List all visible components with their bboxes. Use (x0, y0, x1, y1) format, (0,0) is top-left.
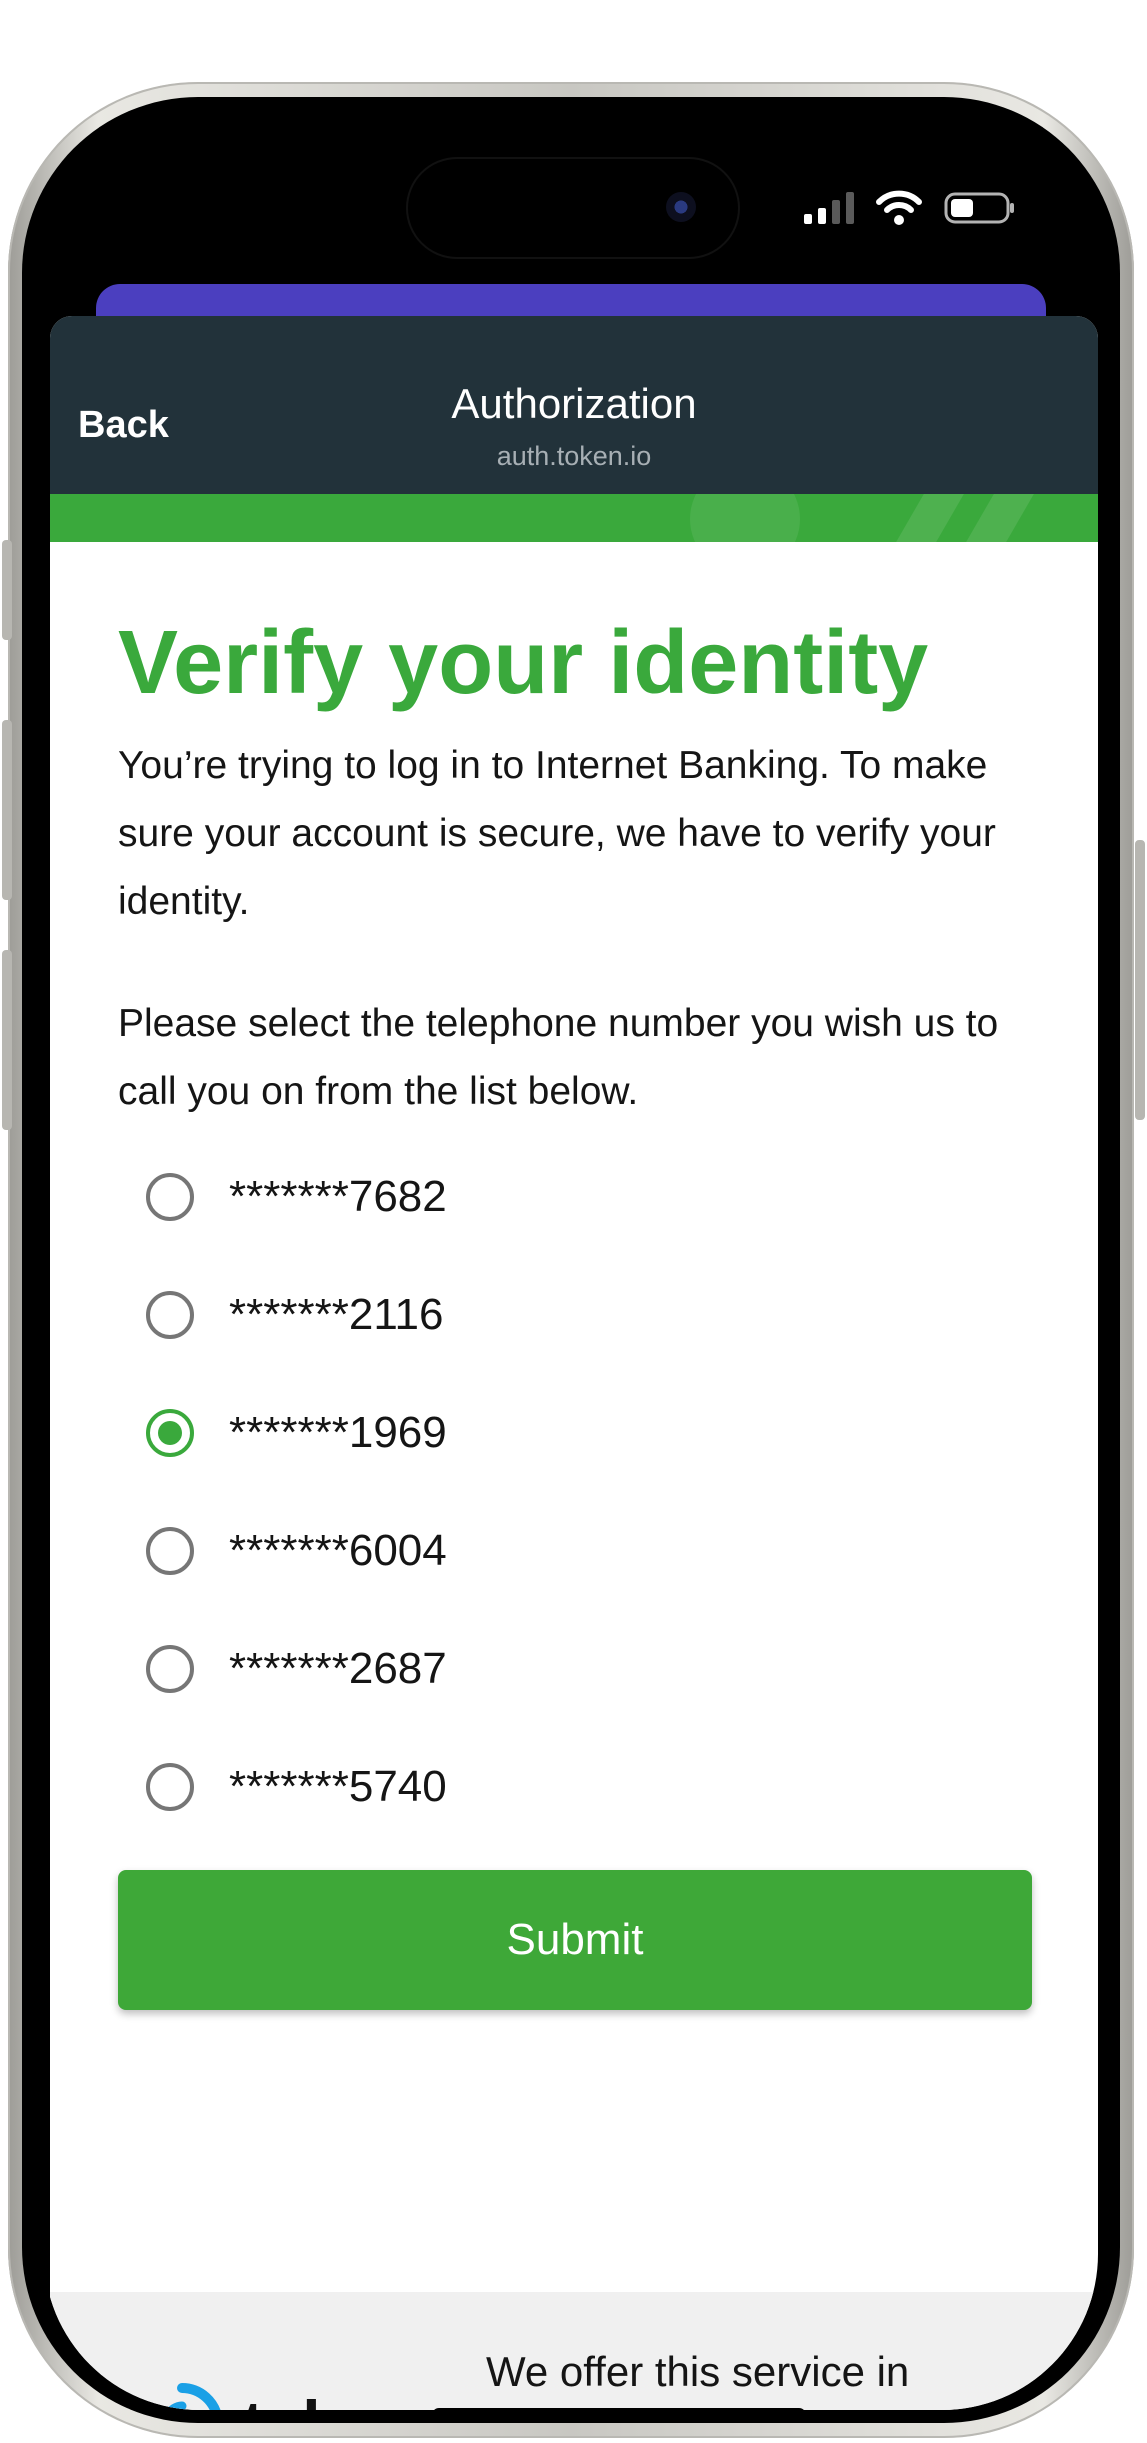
radio-button-selected[interactable] (146, 1409, 194, 1457)
wifi-icon (876, 190, 922, 225)
intro-text: You’re trying to log in to Internet Bank… (118, 744, 996, 923)
phone-option[interactable]: *******7682 (146, 1152, 447, 1242)
phone-option-label: *******7682 (229, 1172, 447, 1221)
phone-option-label: *******5740 (229, 1762, 447, 1811)
phone-option-label: *******1969 (229, 1408, 447, 1457)
footer: token We offer this service in partnersh… (50, 2292, 1098, 2410)
header-url: auth.token.io (496, 441, 652, 471)
radio-button[interactable] (146, 1291, 194, 1339)
brand-banner (50, 494, 1098, 542)
token-logo-icon (165, 2383, 221, 2410)
radio-button[interactable] (146, 1645, 194, 1693)
header-title: Authorization (451, 380, 697, 427)
phone-volume-up-button (2, 720, 12, 900)
instruction-text: Please select the telephone number you w… (118, 1002, 999, 1113)
phone-volume-down-button (2, 950, 12, 1130)
auth-sheet: Back Authorization auth.token.io Verify … (50, 316, 1098, 2410)
phone-option[interactable]: *******5740 (146, 1742, 447, 1832)
battery-icon (944, 192, 1014, 224)
page-title: Verify your identity (118, 613, 929, 713)
phone-option[interactable]: *******1969 (146, 1388, 447, 1478)
phone-screen: Back Authorization auth.token.io Verify … (44, 124, 1098, 2410)
partnership-text: We offer this service in partnership wit… (486, 2348, 910, 2395)
radio-button[interactable] (146, 1527, 194, 1575)
radio-button[interactable] (146, 1173, 194, 1221)
camera-icon (666, 192, 696, 222)
home-indicator[interactable] (432, 2408, 806, 2410)
banner-decoration (896, 494, 964, 542)
phone-option[interactable]: *******2116 (146, 1270, 443, 1360)
token-logo-text: token (242, 2386, 414, 2410)
token-logo: token (140, 2382, 414, 2410)
status-bar-icons (804, 186, 1016, 230)
phone-action-button (2, 540, 12, 640)
submit-button[interactable]: Submit (118, 1870, 1032, 2010)
radio-button[interactable] (146, 1763, 194, 1811)
sheet-header: Back Authorization auth.token.io (50, 316, 1098, 494)
phone-option-label: *******6004 (229, 1526, 447, 1575)
phone-option-label: *******2116 (229, 1290, 444, 1339)
banner-decoration (690, 494, 800, 542)
phone-option-label: *******2687 (229, 1644, 447, 1693)
banner-decoration (966, 494, 1034, 542)
phone-option[interactable]: *******2687 (146, 1624, 447, 1714)
cellular-signal-icon (804, 192, 854, 224)
phone-option[interactable]: *******6004 (146, 1506, 447, 1596)
phone-power-button (1135, 840, 1145, 1120)
